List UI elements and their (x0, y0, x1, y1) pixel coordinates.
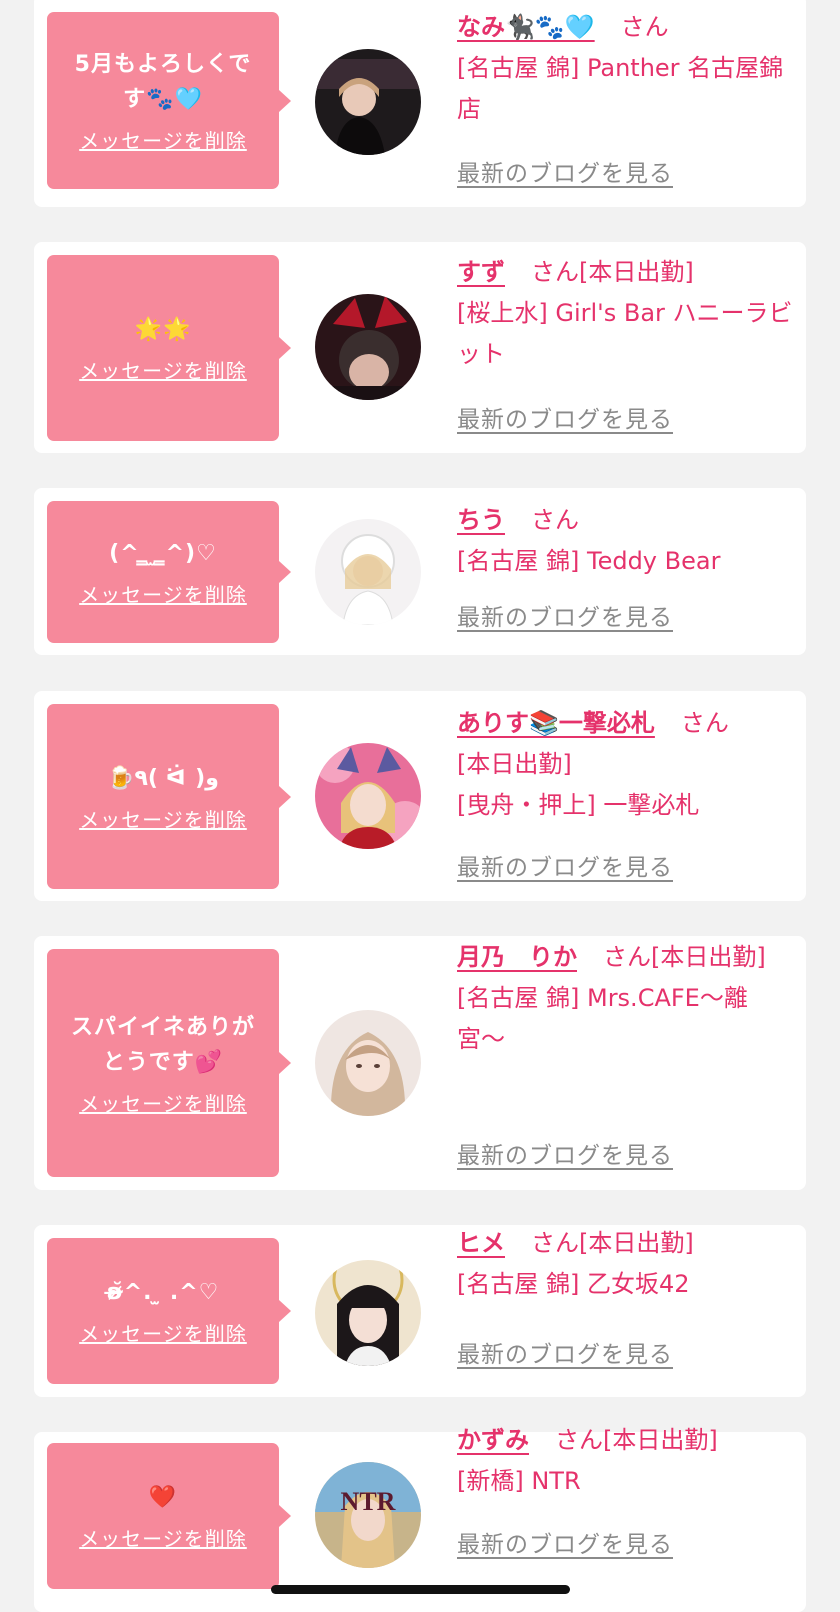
profile-info: ありす📚一撃必札 さん [本日出勤] [曳舟・押上] 一撃必札 (457, 703, 793, 826)
message-text: スパイイネありが とうです💕 (70, 1014, 255, 1075)
favorite-card: (^ ̳ ̫ ̳^)♡ メッセージを削除 ちう さん [名古屋 錦] Teddy … (34, 488, 806, 655)
shop-label: [桜上水] Girl's Bar ハニーラビット (457, 299, 793, 368)
honorific-label: さん (531, 506, 579, 534)
message-bubble: ❤️ メッセージを削除 (47, 1443, 291, 1589)
avatar-photo-icon (315, 519, 421, 625)
honorific-label: さん (555, 1426, 603, 1454)
message-bubble: (^ ̳ ̫ ̳^)♡ メッセージを削除 (47, 501, 291, 643)
message-bubble: 🌟🌟 メッセージを削除 (47, 255, 291, 441)
shop-label: [新橋] NTR (457, 1467, 581, 1495)
avatar-photo-icon: NTR (315, 1462, 421, 1568)
status-label: [本日出勤] (579, 258, 694, 286)
profile-name-link[interactable]: ヒメ (457, 1229, 505, 1257)
delete-message-link[interactable]: メッセージを削除 (79, 804, 247, 833)
status-label: [本日出勤] (603, 1426, 718, 1454)
honorific-label: さん (531, 258, 579, 286)
status-label: [本日出勤] (651, 943, 766, 971)
message-bubble: ʚ̴̶̷̆^. ̫ .^♡ メッセージを削除 (47, 1238, 291, 1384)
shop-label: [本日出勤] [曳舟・押上] 一撃必札 (457, 750, 700, 819)
favorite-card: 5月もよろしくで す🐾🩵 メッセージを削除 なみ🐈‍⬛🐾🩵 さん [名古屋 錦] … (34, 0, 806, 207)
favorite-card: スパイイネありが とうです💕 メッセージを削除 月乃 りか さん[本日出勤] [名… (34, 936, 806, 1190)
avatar-photo-icon (315, 1260, 421, 1366)
avatar[interactable] (315, 294, 421, 400)
profile-info: すず さん[本日出勤] [桜上水] Girl's Bar ハニーラビット (457, 252, 793, 375)
profile-name-link[interactable]: かずみ (457, 1426, 529, 1454)
message-text: 🌟🌟 (134, 317, 192, 342)
delete-message-link[interactable]: メッセージを削除 (79, 579, 247, 608)
profile-name-link[interactable]: なみ🐈‍⬛🐾🩵 (457, 13, 595, 41)
message-bubble: 🍺٩( ᐛ )و メッセージを削除 (47, 704, 291, 889)
latest-blog-link[interactable]: 最新のブログを見る (457, 1335, 673, 1369)
status-label: [本日出勤] (579, 1229, 694, 1257)
avatar-photo-icon (315, 1010, 421, 1116)
favorite-card: 🌟🌟 メッセージを削除 すず さん[本日出勤] [桜上水] Girl's Bar … (34, 242, 806, 453)
message-text: (^ ̳ ̫ ̳^)♡ (109, 541, 217, 566)
shop-label: [名古屋 錦] Mrs.CAFE〜離宮〜 (457, 984, 748, 1053)
svg-text:NTR: NTR (341, 1487, 396, 1516)
honorific-label: さん (603, 943, 651, 971)
avatar-photo-icon (315, 294, 421, 400)
message-text: ʚ̴̶̷̆^. ̫ .^♡ (106, 1280, 220, 1305)
latest-blog-link[interactable]: 最新のブログを見る (457, 1136, 673, 1170)
delete-message-link[interactable]: メッセージを削除 (79, 1088, 247, 1117)
honorific-label: さん (531, 1229, 579, 1257)
shop-label: [名古屋 錦] Teddy Bear (457, 547, 721, 575)
delete-message-link[interactable]: メッセージを削除 (79, 355, 247, 384)
honorific-label: さん (620, 13, 669, 41)
message-text: ❤️ (148, 1485, 178, 1510)
profile-info: ちう さん [名古屋 錦] Teddy Bear (457, 500, 793, 582)
avatar[interactable] (315, 49, 421, 155)
honorific-label: さん (680, 709, 729, 737)
delete-message-link[interactable]: メッセージを削除 (79, 125, 247, 154)
avatar[interactable] (315, 743, 421, 849)
delete-message-link[interactable]: メッセージを削除 (79, 1523, 247, 1552)
avatar[interactable]: NTR (315, 1462, 421, 1568)
shop-label: [名古屋 錦] 乙女坂42 (457, 1270, 690, 1298)
delete-message-link[interactable]: メッセージを削除 (79, 1318, 247, 1347)
latest-blog-link[interactable]: 最新のブログを見る (457, 598, 673, 632)
profile-name-link[interactable]: ちう (457, 506, 505, 534)
favorite-card: 🍺٩( ᐛ )و メッセージを削除 ありす📚一撃必札 さん [本日出勤] [曳舟・… (34, 691, 806, 901)
latest-blog-link[interactable]: 最新のブログを見る (457, 848, 673, 882)
avatar[interactable] (315, 1260, 421, 1366)
profile-info: 月乃 りか さん[本日出勤] [名古屋 錦] Mrs.CAFE〜離宮〜 (457, 937, 793, 1060)
profile-info: ヒメ さん[本日出勤] [名古屋 錦] 乙女坂42 (457, 1223, 793, 1305)
message-bubble: 5月もよろしくで す🐾🩵 メッセージを削除 (47, 12, 291, 189)
profile-name-link[interactable]: すず (457, 258, 505, 286)
message-bubble: スパイイネありが とうです💕 メッセージを削除 (47, 949, 291, 1177)
avatar[interactable] (315, 519, 421, 625)
avatar-photo-icon (315, 49, 421, 155)
profile-info: なみ🐈‍⬛🐾🩵 さん [名古屋 錦] Panther 名古屋錦店 (457, 7, 793, 130)
avatar-photo-icon (315, 743, 421, 849)
message-text: 🍺٩( ᐛ )و (107, 765, 219, 791)
profile-name-link[interactable]: ありす📚一撃必札 (457, 709, 655, 737)
latest-blog-link[interactable]: 最新のブログを見る (457, 400, 673, 434)
favorite-card: ʚ̴̶̷̆^. ̫ .^♡ メッセージを削除 ヒメ さん[本日出勤] [名古屋 錦… (34, 1225, 806, 1397)
home-indicator[interactable] (271, 1585, 570, 1594)
profile-name-link[interactable]: 月乃 りか (457, 943, 577, 971)
avatar[interactable] (315, 1010, 421, 1116)
profile-info: かずみ さん[本日出勤] [新橋] NTR (457, 1420, 793, 1502)
latest-blog-link[interactable]: 最新のブログを見る (457, 154, 673, 188)
latest-blog-link[interactable]: 最新のブログを見る (457, 1525, 673, 1559)
message-text: 5月もよろしくで す🐾🩵 (74, 52, 252, 112)
shop-label: [名古屋 錦] Panther 名古屋錦店 (457, 54, 784, 123)
